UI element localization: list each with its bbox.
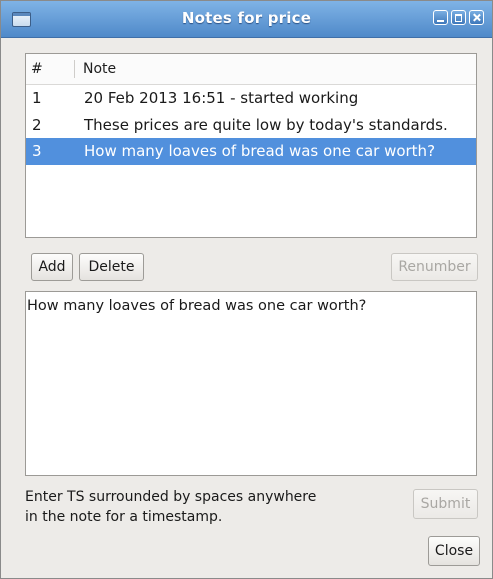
hint-line-1: Enter TS surrounded by spaces anywhere	[25, 489, 317, 505]
row-number: 1	[32, 89, 42, 107]
delete-button[interactable]: Delete	[79, 253, 144, 281]
minimize-icon[interactable]	[433, 10, 448, 25]
renumber-button[interactable]: Renumber	[391, 253, 478, 281]
close-button[interactable]: Close	[428, 536, 480, 566]
table-header: # Note	[26, 54, 476, 85]
column-divider	[74, 60, 75, 78]
table-row-selected[interactable]: 3 How many loaves of bread was one car w…	[26, 138, 476, 165]
window-title: Notes for price	[181, 9, 312, 27]
table-row[interactable]: 2 These prices are quite low by today's …	[26, 112, 476, 139]
notes-table[interactable]: # Note 1 20 Feb 2013 16:51 - started wor…	[25, 53, 477, 238]
maximize-icon[interactable]	[451, 10, 466, 25]
notes-dialog: Notes for price # Note 1 20 Feb 2013 16:…	[0, 0, 493, 579]
row-number: 3	[32, 142, 42, 160]
table-row[interactable]: 1 20 Feb 2013 16:51 - started working	[26, 85, 476, 112]
row-number: 2	[32, 116, 42, 134]
row-note: How many loaves of bread was one car wor…	[84, 142, 436, 160]
add-button[interactable]: Add	[31, 253, 73, 281]
column-header-note[interactable]: Note	[83, 54, 116, 84]
submit-button[interactable]: Submit	[413, 489, 478, 519]
note-editor[interactable]: How many loaves of bread was one car wor…	[25, 291, 477, 476]
column-header-number[interactable]: #	[31, 54, 43, 84]
timestamp-hint: Enter TS surrounded by spaces anywhere i…	[25, 487, 316, 527]
hint-line-2: in the note for a timestamp.	[25, 509, 223, 525]
close-window-icon[interactable]	[469, 10, 484, 25]
row-note: 20 Feb 2013 16:51 - started working	[84, 89, 359, 107]
title-bar[interactable]: Notes for price	[1, 1, 492, 38]
row-note: These prices are quite low by today's st…	[84, 116, 448, 134]
